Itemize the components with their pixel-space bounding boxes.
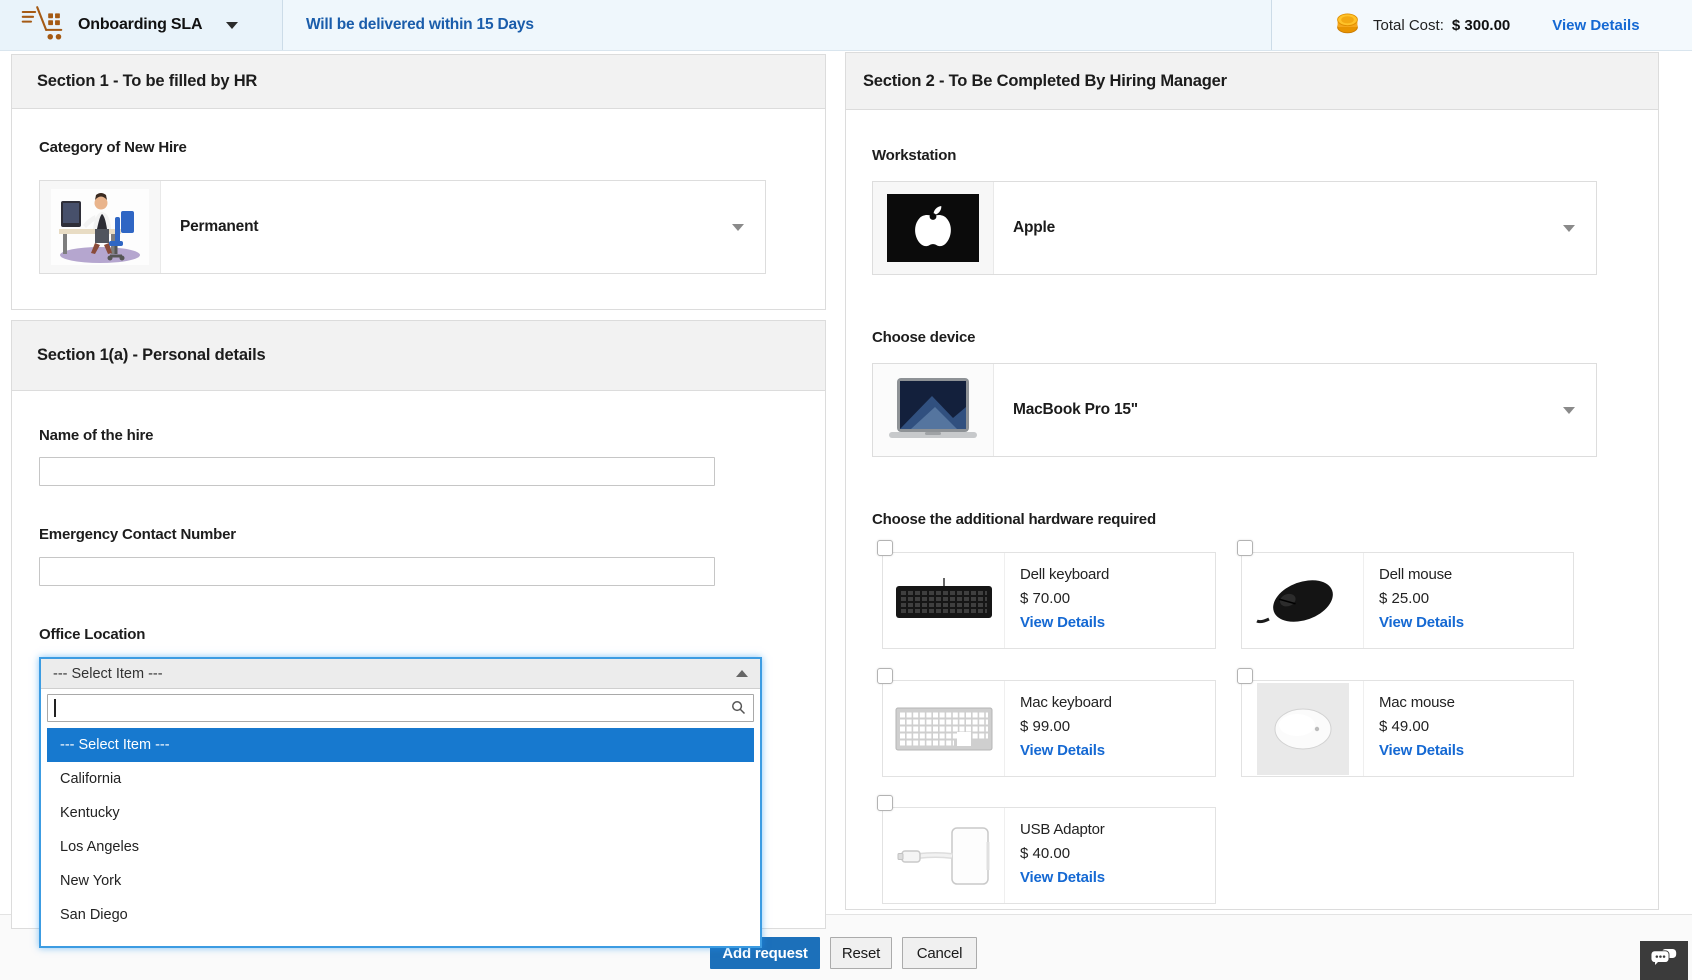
category-value: Permanent [161, 218, 258, 236]
hardware-name: Mac keyboard [1020, 694, 1112, 711]
mac-mouse-checkbox[interactable] [1237, 668, 1253, 684]
option-new-york[interactable]: New York [47, 864, 754, 898]
right-gutter [1692, 0, 1700, 980]
workstation-value: Apple [994, 219, 1055, 237]
hardware-card-mac-keyboard: Mac keyboard $ 99.00 View Details [882, 680, 1216, 777]
hardware-price: $ 70.00 [1020, 590, 1109, 607]
section2-panel: Section 2 - To Be Completed By Hiring Ma… [845, 52, 1659, 910]
permanent-employee-image [40, 181, 161, 273]
section2-title: Section 2 - To Be Completed By Hiring Ma… [863, 72, 1227, 91]
usb-adaptor-image [883, 808, 1005, 903]
device-label: Choose device [872, 329, 975, 346]
total-cost-bar: Total Cost: $ 300.00 View Details [1272, 0, 1692, 50]
mac-keyboard-image [883, 681, 1005, 776]
section1a-panel: Section 1(a) - Personal details Name of … [11, 320, 826, 929]
combobox-search-row [41, 689, 760, 726]
dell-mouse-checkbox[interactable] [1237, 540, 1253, 556]
office-location-selected[interactable]: --- Select Item --- [41, 659, 760, 689]
chevron-up-icon [736, 670, 748, 677]
hardware-name: Dell mouse [1379, 566, 1464, 583]
dell-keyboard-image [883, 553, 1005, 648]
hardware-label: Choose the additional hardware required [872, 511, 1156, 528]
section1-panel: Section 1 - To be filled by HR Category … [11, 54, 826, 310]
chevron-down-icon [1563, 225, 1575, 232]
emergency-input[interactable] [39, 557, 715, 586]
name-input[interactable] [39, 457, 715, 486]
hardware-view-details-link[interactable]: View Details [1379, 742, 1464, 759]
hardware-view-details-link[interactable]: View Details [1020, 869, 1105, 886]
hardware-card-mac-mouse: Mac mouse $ 49.00 View Details [1241, 680, 1574, 777]
cost-view-details-link[interactable]: View Details [1552, 17, 1639, 34]
category-dropdown[interactable]: Permanent [39, 180, 766, 274]
section2-header: Section 2 - To Be Completed By Hiring Ma… [846, 53, 1658, 110]
hardware-price: $ 40.00 [1020, 845, 1105, 862]
chevron-down-icon [732, 224, 744, 231]
section1-title: Section 1 - To be filled by HR [37, 72, 257, 91]
hardware-card-usb-adaptor: USB Adaptor $ 40.00 View Details [882, 807, 1216, 904]
apple-logo-image [873, 182, 994, 274]
total-cost-label: Total Cost: [1373, 17, 1444, 34]
combobox-search-input[interactable] [47, 694, 754, 722]
workstation-dropdown[interactable]: Apple [872, 181, 1597, 275]
chevron-down-icon [1563, 407, 1575, 414]
name-label: Name of the hire [39, 427, 153, 444]
section1-header: Section 1 - To be filled by HR [12, 55, 825, 109]
hardware-card-dell-mouse: Dell mouse $ 25.00 View Details [1241, 552, 1574, 649]
total-cost-value: $ 300.00 [1452, 17, 1510, 34]
hardware-name: USB Adaptor [1020, 821, 1105, 838]
hardware-name: Mac mouse [1379, 694, 1464, 711]
onboarding-catalog-page: Onboarding SLA Will be delivered within … [0, 0, 1700, 980]
office-location-selected-text: --- Select Item --- [53, 666, 163, 682]
hardware-card-dell-keyboard: Dell keyboard $ 70.00 View Details [882, 552, 1216, 649]
hardware-view-details-link[interactable]: View Details [1020, 614, 1109, 631]
dell-mouse-image [1242, 553, 1364, 648]
option-san-diego[interactable]: San Diego [47, 898, 754, 932]
coin-icon [1334, 9, 1361, 41]
office-location-combobox: --- Select Item --- --- Select Item --- … [39, 657, 762, 948]
cancel-button[interactable]: Cancel [902, 937, 977, 969]
usb-adaptor-checkbox[interactable] [877, 795, 893, 811]
chat-bubbles-icon [1651, 947, 1678, 974]
chevron-down-icon [226, 22, 238, 29]
option-los-angeles[interactable]: Los Angeles [47, 830, 754, 864]
hardware-price: $ 99.00 [1020, 718, 1112, 735]
sla-banner: Will be delivered within 15 Days [283, 0, 1272, 50]
workstation-label: Workstation [872, 147, 956, 164]
emergency-label: Emergency Contact Number [39, 526, 236, 543]
hardware-view-details-link[interactable]: View Details [1379, 614, 1464, 631]
shopping-cart-icon [20, 3, 64, 48]
office-location-label: Office Location [39, 626, 145, 643]
hardware-name: Dell keyboard [1020, 566, 1109, 583]
category-label: Category of New Hire [39, 139, 187, 156]
section1a-header: Section 1(a) - Personal details [12, 321, 825, 391]
top-bar: Onboarding SLA Will be delivered within … [0, 0, 1692, 51]
device-dropdown[interactable]: MacBook Pro 15" [872, 363, 1597, 457]
device-value: MacBook Pro 15" [994, 401, 1138, 419]
option-california[interactable]: California [47, 762, 754, 796]
search-icon [731, 700, 746, 720]
combobox-option-list: --- Select Item --- California Kentucky … [41, 726, 760, 946]
option-select-item[interactable]: --- Select Item --- [47, 728, 754, 762]
reset-button[interactable]: Reset [830, 937, 892, 969]
delivery-note: Will be delivered within 15 Days [306, 16, 534, 34]
macbook-image [873, 364, 994, 456]
mac-keyboard-checkbox[interactable] [877, 668, 893, 684]
section1a-title: Section 1(a) - Personal details [37, 346, 266, 365]
hardware-price: $ 25.00 [1379, 590, 1464, 607]
catalog-item-selector[interactable]: Onboarding SLA [0, 0, 283, 50]
catalog-item-title: Onboarding SLA [78, 16, 202, 34]
text-cursor [54, 699, 56, 717]
option-kentucky[interactable]: Kentucky [47, 796, 754, 830]
mac-mouse-image [1242, 681, 1364, 776]
hardware-view-details-link[interactable]: View Details [1020, 742, 1112, 759]
hardware-price: $ 49.00 [1379, 718, 1464, 735]
dell-keyboard-checkbox[interactable] [877, 540, 893, 556]
chat-launcher-button[interactable] [1640, 941, 1688, 980]
